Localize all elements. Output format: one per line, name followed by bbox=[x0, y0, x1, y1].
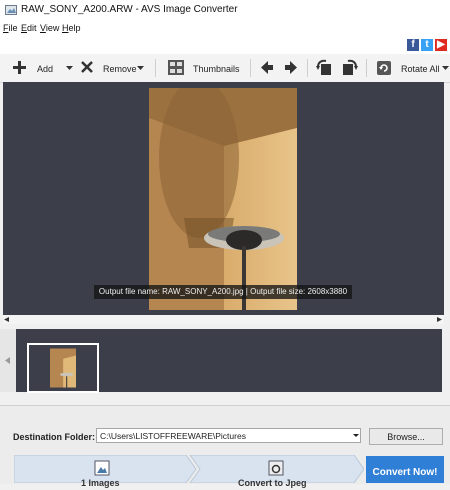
menu-bar: File Edit View Help bbox=[0, 20, 450, 36]
app-icon bbox=[5, 5, 17, 15]
rotate-left-icon[interactable] bbox=[316, 59, 334, 76]
preview-photo bbox=[149, 88, 297, 310]
scroll-left-icon[interactable] bbox=[4, 317, 9, 322]
window-title: RAW_SONY_A200.ARW - AVS Image Converter bbox=[21, 4, 238, 15]
youtube-icon[interactable]: ▶ bbox=[435, 39, 447, 51]
next-arrow-icon[interactable] bbox=[285, 61, 297, 74]
destination-folder-field[interactable]: C:\Users\LISTOFFREEWARE\Pictures bbox=[96, 428, 361, 443]
menu-view[interactable]: View bbox=[40, 23, 59, 33]
output-info-label: Output file name: RAW_SONY_A200.jpg | Ou… bbox=[94, 285, 352, 299]
rotate-all-dropdown-icon[interactable] bbox=[442, 66, 449, 71]
toolbar-separator bbox=[155, 59, 156, 77]
remove-label: Remove bbox=[103, 64, 137, 74]
conversion-steps bbox=[14, 455, 364, 483]
rotate-all-label: Rotate All bbox=[401, 64, 440, 74]
menu-file[interactable]: File bbox=[3, 23, 18, 33]
convert-now-button[interactable]: Convert Now! bbox=[366, 456, 444, 483]
menu-edit[interactable]: Edit bbox=[21, 23, 37, 33]
previous-arrow-icon[interactable] bbox=[261, 61, 273, 74]
remove-x-icon bbox=[81, 61, 93, 73]
toolbar-separator bbox=[250, 59, 251, 77]
title-bar: RAW_SONY_A200.ARW - AVS Image Converter bbox=[0, 0, 450, 20]
toolbar: Add Remove Thumbnails Rotate All bbox=[0, 54, 450, 83]
twitter-icon[interactable]: t bbox=[421, 39, 433, 51]
rotate-all-icon bbox=[377, 61, 391, 75]
strip-left-arrow-icon bbox=[5, 357, 10, 364]
menu-help[interactable]: Help bbox=[62, 23, 81, 33]
social-bar: f t ▶ bbox=[0, 36, 450, 54]
thumbnails-label: Thumbnails bbox=[193, 64, 240, 74]
add-label: Add bbox=[37, 64, 54, 74]
preview-scrollbar[interactable] bbox=[3, 315, 444, 324]
images-step-label[interactable]: 1 Images bbox=[81, 478, 120, 488]
images-step-icon bbox=[94, 460, 110, 476]
browse-button[interactable]: Browse... bbox=[369, 428, 443, 445]
thumbnails-icon bbox=[168, 60, 184, 75]
facebook-icon[interactable]: f bbox=[407, 39, 419, 51]
thumbnail-image bbox=[50, 348, 76, 388]
destination-folder-label: Destination Folder: bbox=[13, 432, 96, 442]
plus-icon bbox=[13, 61, 26, 74]
destination-dropdown-icon[interactable] bbox=[351, 428, 361, 443]
rotate-all-button[interactable]: Rotate All bbox=[374, 58, 440, 78]
remove-dropdown-icon[interactable] bbox=[137, 66, 144, 71]
toolbar-separator bbox=[307, 59, 308, 77]
add-dropdown-icon[interactable] bbox=[66, 66, 73, 71]
rotate-right-icon[interactable] bbox=[340, 59, 358, 76]
thumbnails-button[interactable]: Thumbnails bbox=[166, 58, 240, 78]
convert-format-step-label[interactable]: Convert to Jpeg bbox=[238, 478, 307, 488]
convert-format-step-icon bbox=[268, 460, 284, 476]
toolbar-separator bbox=[366, 59, 367, 77]
image-preview-panel bbox=[3, 82, 444, 315]
thumbnail-item[interactable] bbox=[27, 343, 99, 393]
add-button[interactable]: Add bbox=[10, 58, 70, 78]
strip-scroll-left[interactable] bbox=[0, 329, 16, 392]
scroll-right-icon[interactable] bbox=[437, 317, 442, 322]
